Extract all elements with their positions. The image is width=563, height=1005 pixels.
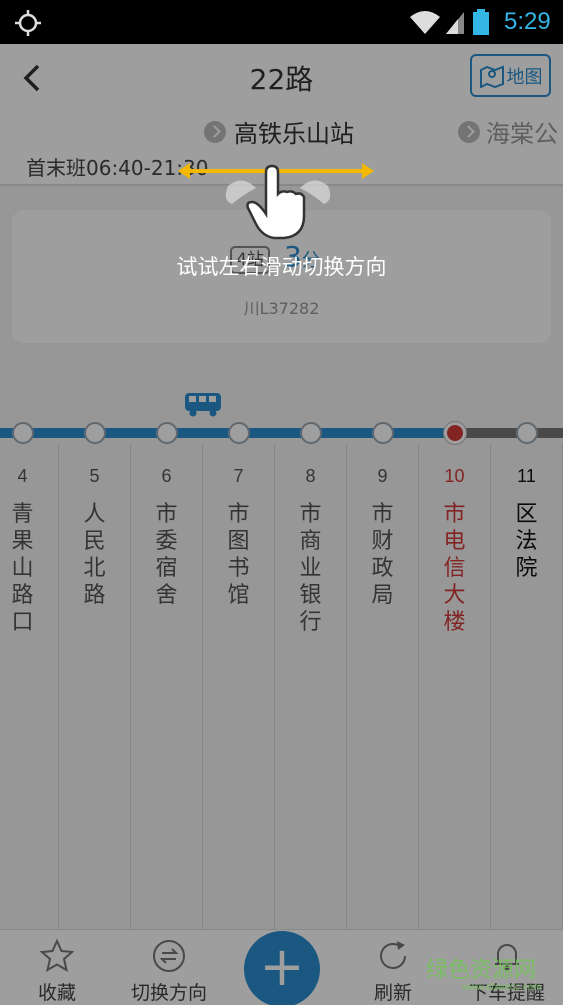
swipe-hint-overlay[interactable]: 试试左右滑动切换方向 <box>0 44 563 1005</box>
status-bar: 5:29 <box>0 0 563 44</box>
status-time: 5:29 <box>504 8 551 35</box>
battery-icon <box>473 9 489 35</box>
swipe-hint-text: 试试左右滑动切换方向 <box>176 255 387 279</box>
hand-pointer-icon <box>225 164 331 240</box>
gps-icon <box>15 10 41 36</box>
watermark: 绿色资源网 <box>426 958 537 983</box>
signal-icon <box>446 12 464 34</box>
wifi-icon <box>410 11 440 34</box>
watermark-url: www.downcc.com <box>462 982 542 993</box>
